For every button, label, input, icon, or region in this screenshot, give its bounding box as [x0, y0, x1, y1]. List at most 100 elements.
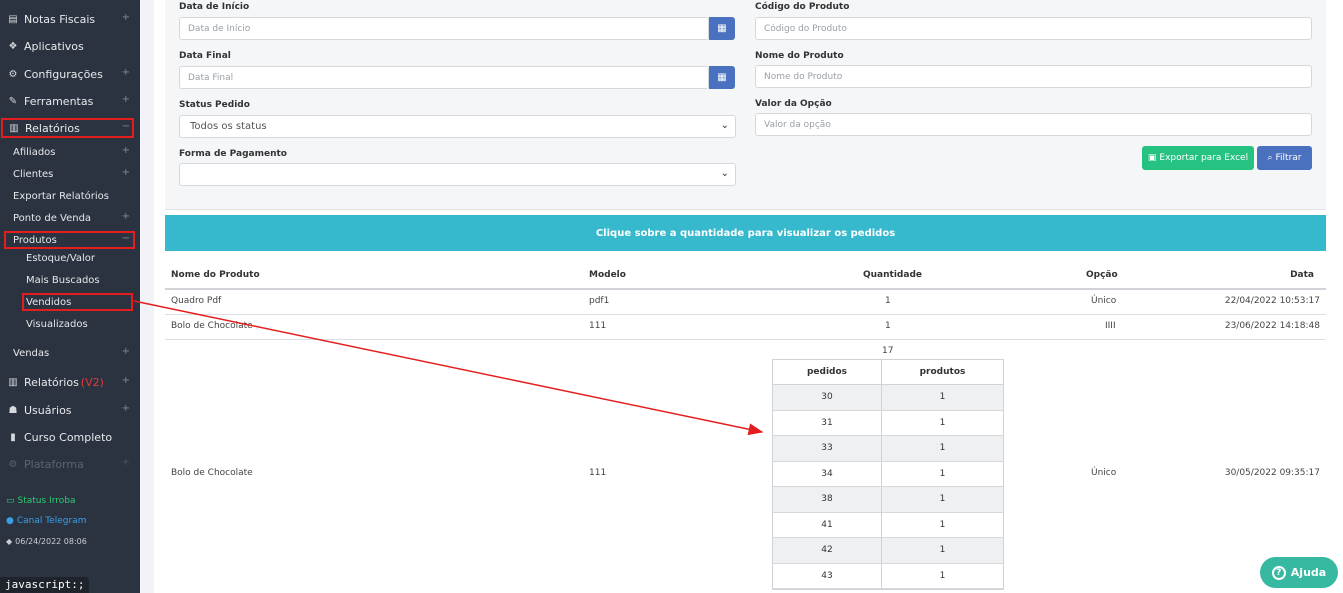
product-name-label: Nome do Produto [755, 51, 844, 61]
sidebar-subitem-clientes[interactable]: Clientes + [0, 165, 140, 183]
payment-select[interactable]: ⌄ [179, 163, 736, 186]
export-excel-label: Exportar para Excel [1159, 153, 1249, 163]
order-id[interactable]: 33 [773, 436, 882, 461]
col-header-quantity: Quantidade [863, 270, 922, 280]
sidebar-subsubitem-mais-buscados[interactable]: Mais Buscados [0, 271, 140, 289]
table-cell-date: 23/06/2022 14:18:48 [1224, 321, 1320, 331]
sidebar-item-usuarios[interactable]: ☗ Usuários + [0, 400, 140, 420]
expand-icon[interactable]: + [122, 145, 130, 156]
table-row: 42 1 [773, 538, 1003, 564]
expand-icon[interactable]: + [122, 67, 130, 78]
chevron-down-icon: ⌄ [720, 120, 729, 131]
start-date-label: Data de Início [179, 2, 250, 12]
export-excel-button[interactable]: ▣ Exportar para Excel [1142, 146, 1254, 170]
sidebar-subitem-label: Ponto de Venda [13, 212, 92, 224]
sidebar-subitem-vendas[interactable]: Vendas + [0, 344, 140, 362]
table-row: 30 1 [773, 385, 1003, 411]
table-cell-name: Bolo de Chocolate [171, 468, 253, 478]
option-value-input[interactable]: Valor da opção [755, 113, 1312, 136]
expand-icon[interactable]: + [122, 346, 130, 357]
expand-icon[interactable]: + [122, 12, 130, 23]
telegram-link[interactable]: ● Canal Telegram [6, 516, 86, 526]
status-link[interactable]: ▭ Status Irroba [6, 496, 76, 506]
calendar-icon[interactable]: ▦ [709, 17, 735, 40]
search-icon: ⌕ [1267, 153, 1273, 163]
order-products: 1 [939, 545, 946, 556]
question-icon: ? [1271, 565, 1286, 580]
sidebar-subsubitem-estoque-valor[interactable]: Estoque/Valor [0, 249, 140, 267]
sidebar-item-relatorios-v2[interactable]: ▥ Relatórios (V2) + [0, 372, 140, 392]
sidebar-item-ferramentas[interactable]: ✎ Ferramentas + [0, 91, 140, 111]
sidebar-subsubitem-vendidos[interactable]: Vendidos [22, 293, 133, 311]
col-header-option: Opção [1086, 270, 1118, 280]
sidebar-item-curso-completo[interactable]: ▮ Curso Completo [0, 427, 140, 447]
sidebar-subitem-ponto-de-venda[interactable]: Ponto de Venda + [0, 209, 140, 227]
calendar-icon[interactable]: ▦ [709, 66, 735, 89]
sidebar-subitem-produtos[interactable]: Produtos − [4, 231, 135, 249]
expand-icon[interactable]: + [122, 211, 130, 222]
option-value-label: Valor da Opção [755, 99, 832, 109]
sidebar-item-label: Curso Completo [24, 430, 113, 444]
order-id[interactable]: 41 [773, 512, 882, 537]
table-cell-quantity[interactable]: 17 [882, 346, 893, 356]
table-cell-quantity[interactable]: 1 [885, 296, 891, 306]
expand-icon[interactable]: + [122, 167, 130, 178]
sidebar-item-label: Aplicativos [24, 39, 84, 53]
sidebar-item-label: Plataforma [24, 457, 84, 471]
order-id[interactable]: 31 [773, 410, 882, 435]
collapse-icon[interactable]: − [122, 233, 130, 244]
row-divider [165, 314, 1326, 315]
filter-button[interactable]: ⌕ Filtrar [1257, 146, 1312, 170]
sidebar-item-label: Usuários [24, 403, 72, 417]
order-products: 1 [939, 392, 946, 403]
product-code-input[interactable]: Código do Produto [755, 17, 1312, 40]
table-cell-option: Único [1091, 468, 1117, 478]
end-date-input[interactable]: Data Final [179, 66, 709, 89]
order-id[interactable]: 38 [773, 487, 882, 512]
sidebar-item-label: Ferramentas [24, 94, 94, 108]
order-products: 1 [939, 468, 946, 479]
sidebar-item-label: Relatórios [25, 121, 80, 135]
expand-icon[interactable]: + [122, 375, 130, 386]
sidebar-subitem-exportar-relatorios[interactable]: Exportar Relatórios [0, 187, 140, 205]
col-header-product-name: Nome do Produto [171, 270, 260, 280]
order-id[interactable]: 43 [773, 563, 882, 588]
expand-icon[interactable]: + [122, 457, 130, 468]
collapse-icon[interactable]: − [122, 121, 130, 132]
sidebar-item-aplicativos[interactable]: ❖ Aplicativos [0, 36, 140, 56]
status-label: Status Irroba [17, 496, 76, 506]
table-row: 38 1 [773, 487, 1003, 513]
sidebar-item-label: Configurações [24, 67, 103, 81]
sidebar-item-label: Relatórios [24, 375, 79, 389]
order-products: 1 [939, 443, 946, 454]
sidebar: ▤ Notas Fiscais + ❖ Aplicativos ⚙ Config… [0, 0, 140, 593]
help-button[interactable]: ? Ajuda [1260, 557, 1338, 588]
status-select-value: Todos os status [190, 121, 267, 132]
start-date-input[interactable]: Data de Início [179, 17, 709, 40]
sidebar-item-label: Notas Fiscais [24, 12, 96, 26]
timestamp: ◆ 06/24/2022 08:06 [6, 537, 87, 546]
col-header-date: Data [1290, 270, 1314, 280]
end-date-label: Data Final [179, 51, 231, 61]
sidebar-item-plataforma[interactable]: ⚙ Plataforma + [0, 454, 140, 474]
sidebar-item-relatorios[interactable]: ▥ Relatórios − [1, 118, 134, 138]
order-id[interactable]: 42 [773, 538, 882, 563]
expand-icon[interactable]: + [122, 94, 130, 105]
sidebar-subsubitem-visualizados[interactable]: Visualizados [0, 315, 140, 333]
sidebar-item-notas-fiscais[interactable]: ▤ Notas Fiscais + [0, 9, 140, 29]
sidebar-subitem-label: Vendas [13, 347, 50, 359]
wrench-icon: ✎ [8, 95, 18, 107]
header-divider [165, 288, 1326, 290]
order-id[interactable]: 34 [773, 461, 882, 486]
tag-icon: ◆ [6, 537, 13, 546]
order-id[interactable]: 30 [773, 385, 882, 410]
product-name-input[interactable]: Nome do Produto [755, 65, 1312, 88]
expand-icon[interactable]: + [122, 403, 130, 414]
table-cell-quantity[interactable]: 1 [885, 321, 891, 331]
monitor-icon: ▭ [6, 496, 15, 506]
sidebar-item-configuracoes[interactable]: ⚙ Configurações + [0, 64, 140, 84]
sidebar-subitem-afiliados[interactable]: Afiliados + [0, 143, 140, 161]
status-select[interactable]: Todos os status ⌄ [179, 115, 736, 138]
filter-label: Filtrar [1275, 153, 1302, 163]
product-code-label: Código do Produto [755, 2, 850, 12]
